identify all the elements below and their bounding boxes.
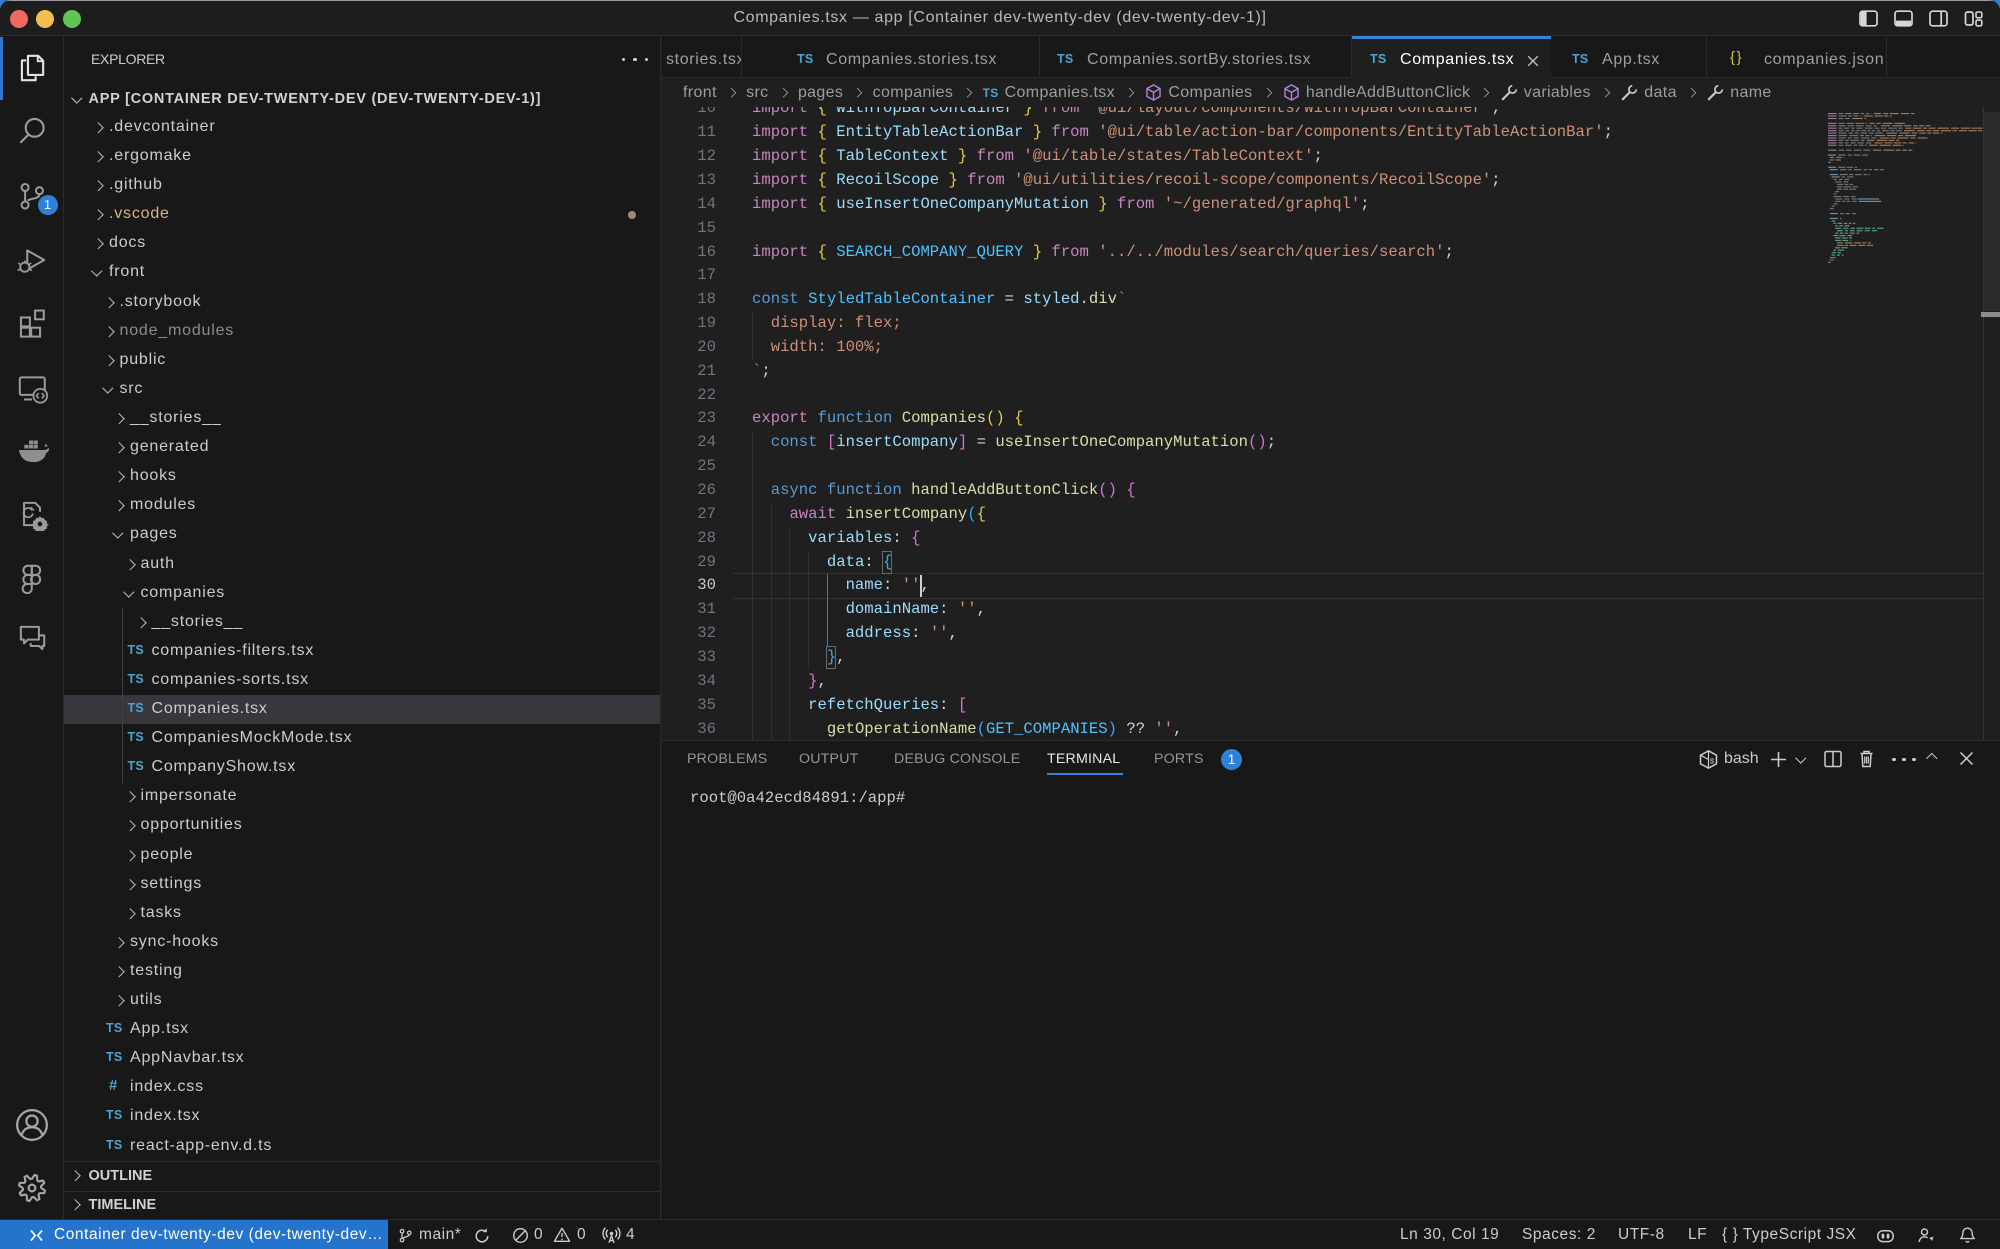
svg-text:$: $ xyxy=(1710,758,1715,766)
